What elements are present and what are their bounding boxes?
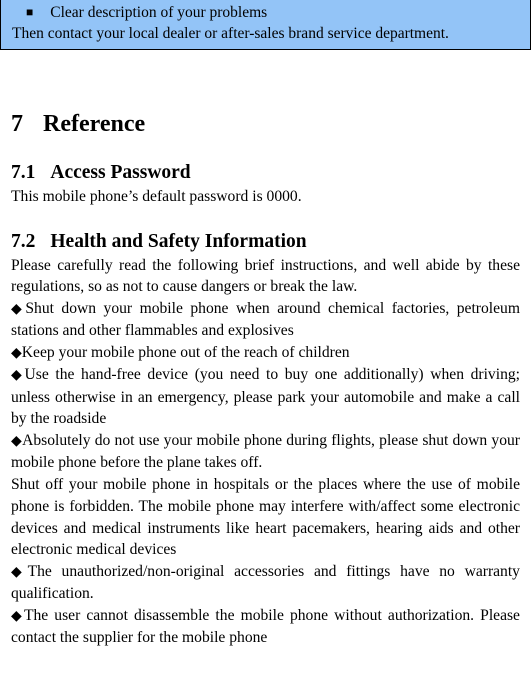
diamond-bullet-icon: ◆ — [11, 564, 28, 580]
diamond-bullet-icon: ◆ — [11, 608, 24, 624]
callout-bullet-text: Clear description of your problems — [50, 4, 268, 21]
black-square-bullet-icon: ■ — [26, 5, 34, 19]
safety-item: ◆The unauthorized/non-original accessori… — [11, 561, 520, 605]
section-heading-7-2: 7.2 Health and Safety Information — [11, 229, 520, 254]
diamond-bullet-icon: ◆ — [11, 368, 25, 383]
safety-item-text: Shut down your mobile phone when around … — [11, 299, 520, 340]
section-title-7-2: Health and Safety Information — [50, 230, 307, 252]
safety-item: ◆Keep your mobile phone out of the reach… — [11, 342, 520, 365]
section-number-7-1: 7.1 — [11, 162, 36, 183]
chapter-title: Reference — [43, 111, 146, 137]
safety-item-text: Shut off your mobile phone in hospitals … — [11, 475, 520, 559]
safety-item: ◆Absolutely do not use your mobile phone… — [11, 430, 520, 474]
callout-box: ■ Clear description of your problems Then… — [0, 0, 531, 50]
callout-bullet-line: ■ Clear description of your problems — [12, 2, 519, 23]
safety-item-text: Use the hand-free device (you need to bu… — [11, 366, 520, 427]
section-7-2-paragraph: Please carefully read the following brie… — [11, 256, 520, 296]
diamond-bullet-icon: ◆ — [11, 301, 26, 317]
safety-item: Shut off your mobile phone in hospitals … — [11, 474, 520, 561]
diamond-bullet-icon: ◆ — [11, 345, 22, 361]
section-number-7-2: 7.2 — [11, 230, 36, 252]
safety-item: ◆Shut down your mobile phone when around… — [11, 298, 520, 342]
diamond-bullet-icon: ◆ — [11, 433, 23, 449]
safety-item-text: Absolutely do not use your mobile phone … — [11, 431, 520, 472]
section-7-1-paragraph: This mobile phone’s default password is … — [11, 188, 302, 205]
safety-item: ◆The user cannot disassemble the mobile … — [11, 605, 520, 649]
chapter-heading: 7 Reference — [11, 109, 520, 139]
safety-item-text: The unauthorized/non-original accessorie… — [11, 562, 520, 603]
section-title-7-1: Access Password — [50, 162, 191, 183]
section-heading-7-1: 7.1 Access Password — [11, 160, 520, 185]
document-page: ■ Clear description of your problems Then… — [0, 0, 531, 688]
document-content: 7 Reference 7.1 Access Password This mobil… — [11, 72, 520, 649]
safety-item-text: Keep your mobile phone out of the reach … — [21, 343, 350, 361]
safety-item: ◆Use the hand-free device (you need to b… — [11, 364, 520, 430]
callout-body-text: Then contact your local dealer or after-… — [12, 25, 449, 42]
safety-item-text: The user cannot disassemble the mobile p… — [11, 606, 520, 647]
chapter-number: 7 — [11, 111, 23, 137]
